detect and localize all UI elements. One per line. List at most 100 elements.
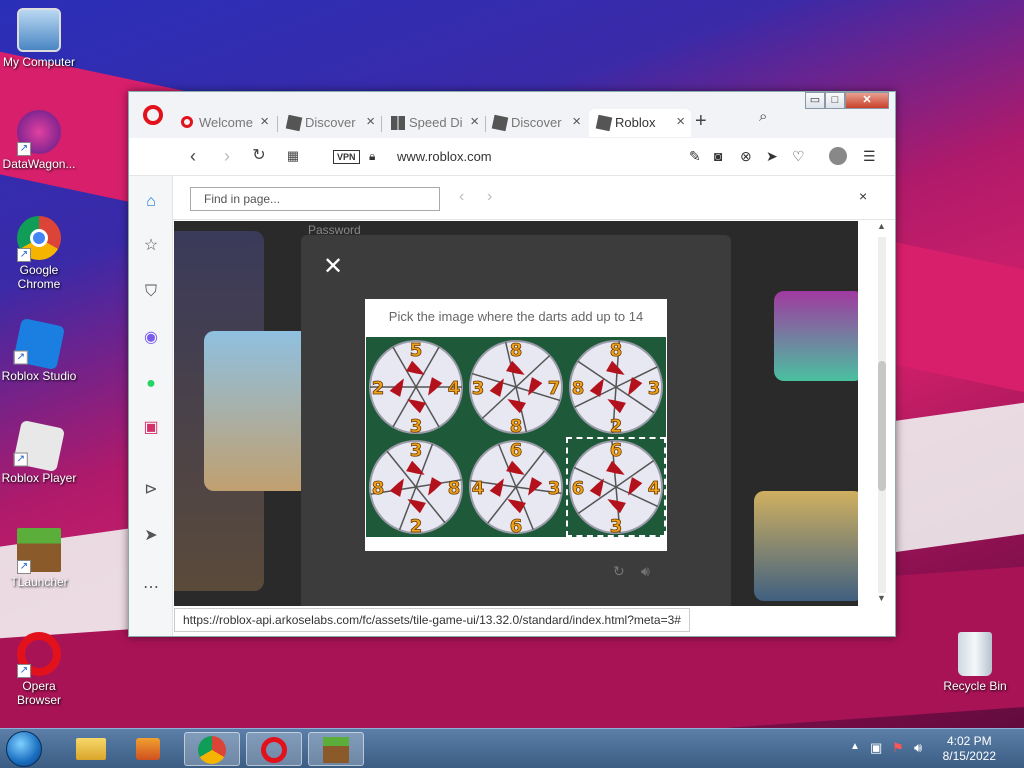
dart-number: 4 xyxy=(648,478,661,499)
dart-number: 8 xyxy=(572,378,585,399)
tab-label: Speed Di xyxy=(409,115,463,130)
roblox-icon xyxy=(595,114,613,132)
network-icon[interactable]: ▣ xyxy=(870,740,882,756)
camera-icon[interactable]: ◙ xyxy=(714,148,722,164)
home-icon[interactable]: ⌂ xyxy=(141,192,161,212)
start-button[interactable] xyxy=(6,731,42,767)
desktop-icon-roblox-player[interactable]: ↗ Roblox Player xyxy=(0,419,78,485)
page-content: Password ✕ Pick the image where the dart… xyxy=(174,221,858,606)
desktop-icon-label: Recycle Bin xyxy=(943,679,1007,693)
tabs-grid-icon[interactable]: ▦ xyxy=(283,146,303,166)
taskbar-chrome[interactable] xyxy=(184,732,240,766)
forward-icon[interactable]: › xyxy=(217,146,237,166)
taskbar-media-player[interactable] xyxy=(122,732,178,766)
clock-date: 8/15/2022 xyxy=(942,749,996,763)
tab-discover-1[interactable]: Discover × xyxy=(279,109,381,137)
ad-block-icon[interactable]: ⊗ xyxy=(740,148,752,165)
tab-speed-dial[interactable]: Speed Di × xyxy=(383,109,485,137)
captcha-tile[interactable]: 6 3 4 6 xyxy=(466,437,566,537)
reload-icon[interactable]: ↻ xyxy=(613,563,625,580)
back-icon[interactable]: ‹ xyxy=(183,146,203,166)
dart-number: 2 xyxy=(410,516,423,537)
find-close-icon[interactable]: × xyxy=(859,188,867,204)
send-icon[interactable]: ➤ xyxy=(141,526,161,546)
opera-browser-window: Welcome × Discover × Speed Di × Discover… xyxy=(128,91,896,637)
whatsapp-icon[interactable]: ● xyxy=(141,374,161,394)
find-prev-icon[interactable]: ‹ xyxy=(459,188,464,206)
close-tab-icon[interactable]: × xyxy=(260,113,269,130)
scroll-down-icon[interactable]: ▼ xyxy=(877,593,886,603)
close-button[interactable]: ✕ xyxy=(845,92,889,109)
close-tab-icon[interactable]: × xyxy=(676,113,685,130)
minimize-button[interactable]: ▭ xyxy=(805,92,825,109)
volume-icon[interactable]: 🔊︎ xyxy=(914,740,922,756)
desktop-icon-tlauncher[interactable]: ↗ TLauncher xyxy=(0,528,78,589)
taskbar-tlauncher[interactable] xyxy=(308,732,364,766)
tab-roblox[interactable]: Roblox × xyxy=(589,109,691,137)
chrome-icon xyxy=(198,736,226,764)
tab-separator xyxy=(277,116,278,132)
opera-sidebar: ⌂ ☆ ⛉ ◉ ● ▣ ⊳ ➤ ⋯ xyxy=(129,176,173,636)
heart-icon[interactable]: ♡ xyxy=(792,148,805,165)
find-input[interactable] xyxy=(190,187,440,211)
find-next-icon[interactable]: › xyxy=(487,188,492,206)
more-icon[interactable]: ⋯ xyxy=(141,578,161,598)
dart-number: 2 xyxy=(372,378,385,399)
scrollbar[interactable]: ▲ ▼ xyxy=(858,221,894,606)
profile-icon[interactable] xyxy=(829,147,847,165)
dart-number: 2 xyxy=(610,416,623,437)
taskbar: ▲ ▣ ⚑ 🔊︎ 4:02 PM 8/15/2022 xyxy=(0,728,1024,768)
tab-welcome[interactable]: Welcome × xyxy=(173,109,275,137)
captcha-tile[interactable]: 5 4 2 3 xyxy=(366,337,466,437)
desktop-icon-my-computer[interactable]: My Computer xyxy=(0,8,78,69)
dart-number: 7 xyxy=(548,378,561,399)
captcha-tile[interactable]: 8 3 8 2 xyxy=(566,337,666,437)
desktop-icon-opera[interactable]: ↗ Opera Browser xyxy=(0,632,78,707)
taskbar-explorer[interactable] xyxy=(64,732,120,766)
scroll-up-icon[interactable]: ▲ xyxy=(877,221,886,231)
captcha-tile[interactable]: 3 8 8 2 xyxy=(366,437,466,537)
reload-icon[interactable]: ↻ xyxy=(249,146,269,166)
audio-icon[interactable]: 🔊︎ xyxy=(641,563,650,580)
captcha-modal: ✕ Pick the image where the darts add up … xyxy=(301,235,731,606)
desktop-icon-roblox-studio[interactable]: ↗ Roblox Studio xyxy=(0,317,78,383)
opera-menu-icon[interactable] xyxy=(143,105,163,125)
star-icon[interactable]: ☆ xyxy=(141,236,161,256)
roblox-studio-icon: ↗ xyxy=(12,317,66,371)
scroll-thumb[interactable] xyxy=(878,361,886,491)
desktop-icon-google-chrome[interactable]: ↗ Google Chrome xyxy=(0,216,78,291)
roblox-icon xyxy=(491,114,509,132)
maximize-button[interactable]: □ xyxy=(825,92,845,109)
messenger-icon[interactable]: ◉ xyxy=(141,328,161,348)
dart-number: 3 xyxy=(472,378,485,399)
dart-number: 8 xyxy=(448,478,461,499)
tab-discover-2[interactable]: Discover × xyxy=(485,109,587,137)
dart-number: 5 xyxy=(410,340,423,361)
instagram-icon[interactable]: ▣ xyxy=(141,418,161,438)
player-icon[interactable]: ⊳ xyxy=(141,480,161,500)
lock-icon[interactable]: 🔒︎ xyxy=(369,149,375,164)
close-tab-icon[interactable]: × xyxy=(366,113,375,130)
clock[interactable]: 4:02 PM 8/15/2022 xyxy=(943,734,996,764)
new-tab-icon[interactable]: + xyxy=(695,110,707,133)
vpn-badge[interactable]: VPN xyxy=(333,150,360,164)
action-center-icon[interactable]: ⚑ xyxy=(892,740,904,756)
show-hidden-icons-icon[interactable]: ▲ xyxy=(850,741,860,752)
shopping-bag-icon[interactable]: ⛉ xyxy=(141,282,161,302)
captcha-tile[interactable]: 8 7 3 8 xyxy=(466,337,566,437)
captcha-tile[interactable]: 6 4 6 3 xyxy=(566,437,666,537)
settings-icon[interactable]: ☰ xyxy=(863,148,876,165)
search-tabs-icon[interactable]: ⌕ xyxy=(759,108,767,125)
desktop-icon-datawagon[interactable]: ↗ DataWagon... xyxy=(0,110,78,171)
edit-icon[interactable]: ✎ xyxy=(689,148,701,165)
taskbar-opera[interactable] xyxy=(246,732,302,766)
close-tab-icon[interactable]: × xyxy=(470,113,479,130)
desktop-icon-recycle-bin[interactable]: Recycle Bin xyxy=(936,632,1014,693)
background-image xyxy=(774,291,858,381)
address-bar: ‹ › ↻ ▦ VPN 🔒︎ www.roblox.com ✎ ◙ ⊗ ➤ ♡ … xyxy=(129,138,895,176)
url-field[interactable]: www.roblox.com xyxy=(397,149,492,164)
dart-number: 3 xyxy=(548,478,561,499)
send-icon[interactable]: ➤ xyxy=(766,148,778,165)
close-tab-icon[interactable]: × xyxy=(572,113,581,130)
close-icon[interactable]: ✕ xyxy=(323,255,343,279)
